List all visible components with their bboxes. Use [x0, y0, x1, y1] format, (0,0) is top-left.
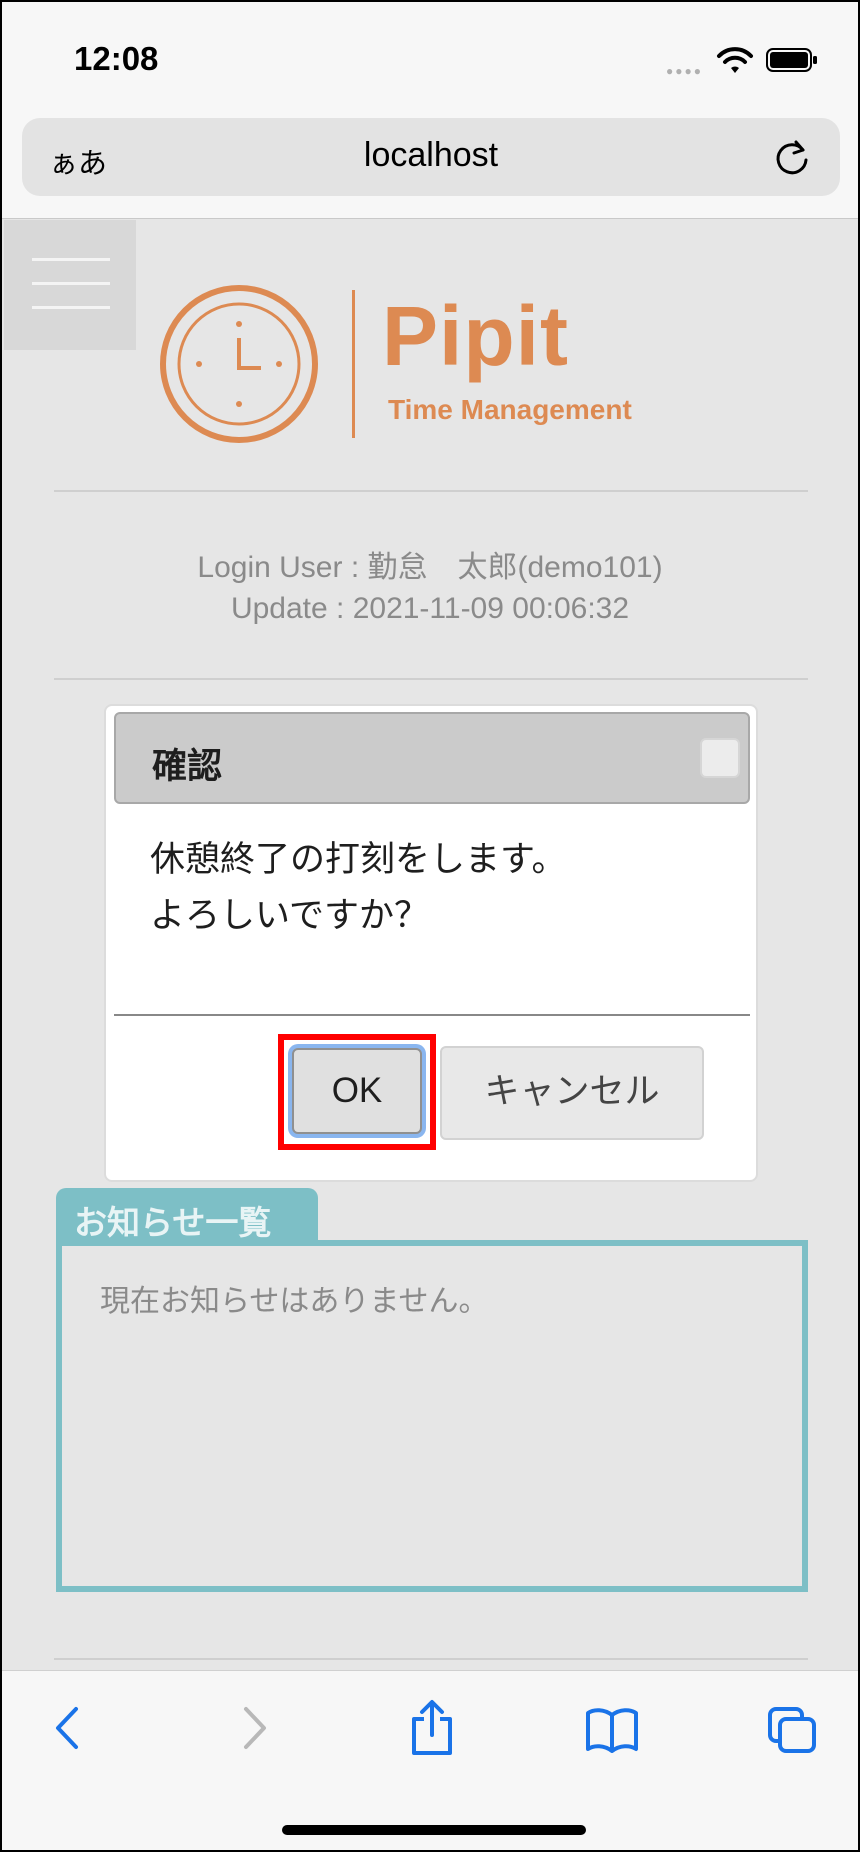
dialog-message: 休憩終了の打刻をします。 よろしいですか？: [150, 832, 567, 944]
brand-tagline: Time Management: [388, 394, 632, 425]
notice-tab: お知らせ一覧: [56, 1188, 318, 1241]
divider: [54, 678, 808, 680]
share-icon[interactable]: [408, 1699, 456, 1757]
bookmarks-icon[interactable]: [584, 1707, 640, 1753]
dialog-title: 確認: [152, 747, 223, 786]
notice-tab-label: お知らせ一覧: [74, 1204, 272, 1241]
cancel-button[interactable]: キャンセル: [440, 1046, 704, 1140]
menu-line: [32, 258, 110, 261]
device-frame: 12:08 ●●●● ぁあ localhost Pipit Time Manag…: [0, 0, 860, 1852]
browser-toolbar: [2, 1670, 858, 1850]
cellular-signal-icon: ●●●●: [666, 64, 703, 78]
menu-line: [32, 306, 110, 309]
dialog-close-button[interactable]: [700, 738, 740, 778]
notice-list: 現在お知らせはありません。: [56, 1240, 808, 1592]
divider: [54, 1658, 808, 1660]
address-host[interactable]: localhost: [22, 136, 840, 175]
confirm-dialog: 確認 休憩終了の打刻をします。 よろしいですか？ OK キャンセル: [104, 704, 758, 1182]
notice-empty-message: 現在お知らせはありません。: [100, 1285, 489, 1318]
brand-name: Pipit: [382, 289, 569, 383]
login-user-text: Login User : 勤怠 太郎(demo101): [197, 551, 663, 584]
home-indicator: [282, 1825, 586, 1835]
update-time-text: Update : 2021-11-09 00:06:32: [230, 592, 630, 625]
dialog-separator: [114, 1014, 750, 1016]
status-bar: 12:08 ●●●●: [2, 2, 858, 110]
reload-icon[interactable]: [772, 138, 812, 178]
menu-line: [32, 282, 110, 285]
browser-chrome: ぁあ localhost: [2, 110, 858, 219]
back-icon[interactable]: [48, 1703, 88, 1753]
tabs-icon[interactable]: [766, 1705, 818, 1755]
menu-button[interactable]: [4, 220, 136, 350]
address-bar[interactable]: ぁあ localhost: [22, 118, 840, 196]
divider: [54, 490, 808, 492]
dialog-message-line: 休憩終了の打刻をします。: [150, 840, 567, 879]
logo-divider: [352, 290, 355, 438]
clock-logo-icon: [160, 285, 318, 443]
dialog-title-bar: 確認: [114, 712, 750, 804]
status-time: 12:08: [74, 40, 159, 77]
wifi-icon: [717, 47, 753, 73]
ok-button[interactable]: OK: [292, 1048, 422, 1134]
dialog-message-line: よろしいですか？: [150, 896, 429, 935]
battery-icon: [766, 48, 817, 72]
forward-icon[interactable]: [234, 1703, 274, 1753]
